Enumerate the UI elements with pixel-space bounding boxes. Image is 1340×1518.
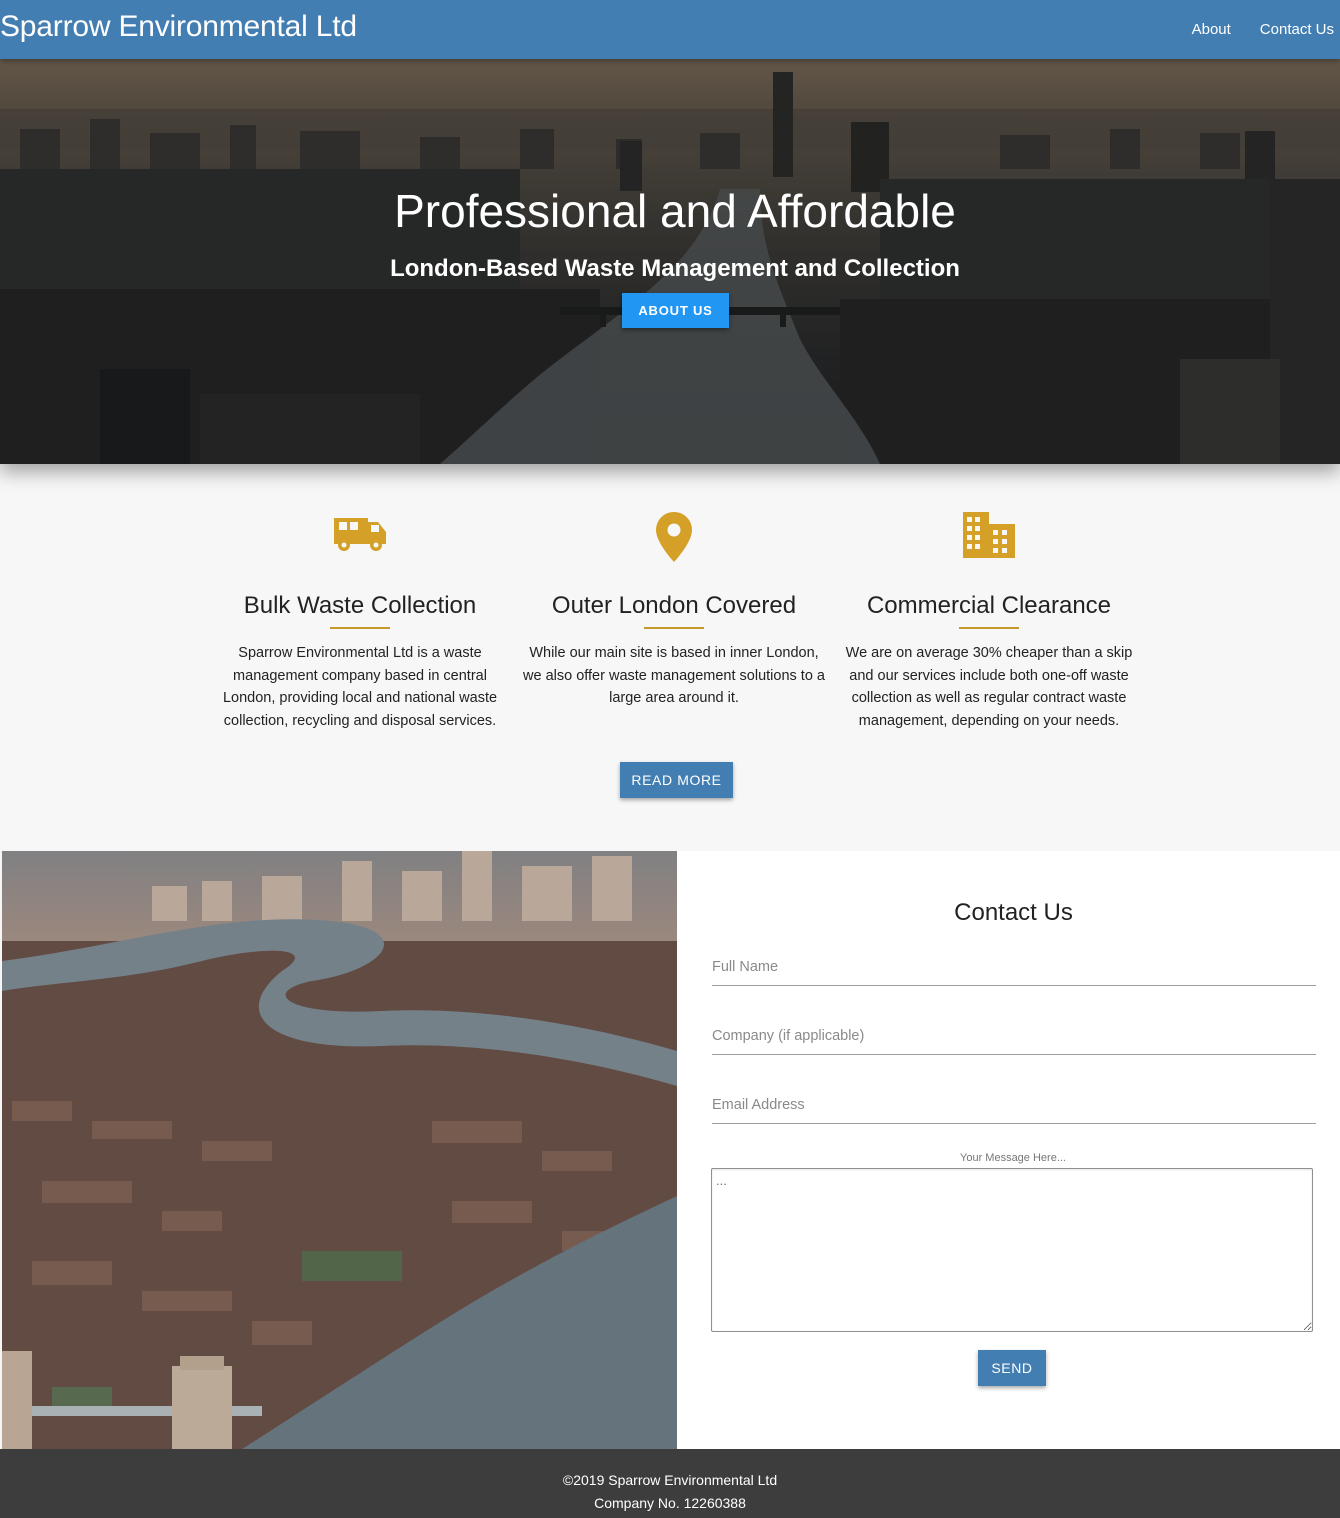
navbar: Sparrow Environmental Ltd About Contact … [0,0,1340,59]
aerial-london-photo [2,851,677,1449]
footer: ©2019 Sparrow Environmental Ltd Company … [0,1449,1340,1518]
company-input[interactable] [712,1017,1316,1055]
contact-section: Contact Us Your Message Here... SEND [677,851,1340,1449]
nav-link-about[interactable]: About [1192,21,1231,38]
hero-title: Professional and Affordable [394,185,956,237]
building-icon [844,512,1134,564]
footer-company-number: Company No. 12260388 [594,1495,746,1511]
feature-title: Commercial Clearance [866,592,1112,619]
feature-title: Bulk Waste Collection [243,592,477,619]
message-textarea[interactable] [711,1168,1313,1332]
read-more-button[interactable]: READ MORE [620,762,733,798]
nav-link-contact[interactable]: Contact Us [1260,21,1334,38]
feature-divider [959,627,1019,629]
nav-links: About Contact Us [1163,0,1334,59]
feature-divider [644,627,704,629]
van-icon [215,512,505,564]
feature-text: We are on average 30% cheaper than a ski… [845,645,1133,729]
email-input[interactable] [712,1086,1316,1124]
map-pin-icon [529,512,819,564]
full-name-input[interactable] [712,948,1316,986]
send-button[interactable]: SEND [978,1350,1046,1386]
features-section: Bulk Waste Collection Sparrow Environmen… [2,464,1340,851]
feature-text: While our main site is based in inner Lo… [523,645,825,706]
feature-title: Outer London Covered [551,592,797,619]
aerial-london-illustration [2,851,677,1449]
contact-title: Contact Us [954,899,1073,926]
hero-banner: Professional and Affordable London-Based… [0,59,1340,464]
feature-text: Sparrow Environmental Ltd is a waste man… [222,645,498,729]
brand-logo[interactable]: Sparrow Environmental Ltd [0,10,357,44]
about-us-button[interactable]: ABOUT US [622,293,729,328]
footer-copyright: ©2019 Sparrow Environmental Ltd [562,1472,778,1488]
message-label: Your Message Here... [960,1152,1066,1164]
hero-subtitle: London-Based Waste Management and Collec… [390,255,960,282]
feature-divider [330,627,390,629]
